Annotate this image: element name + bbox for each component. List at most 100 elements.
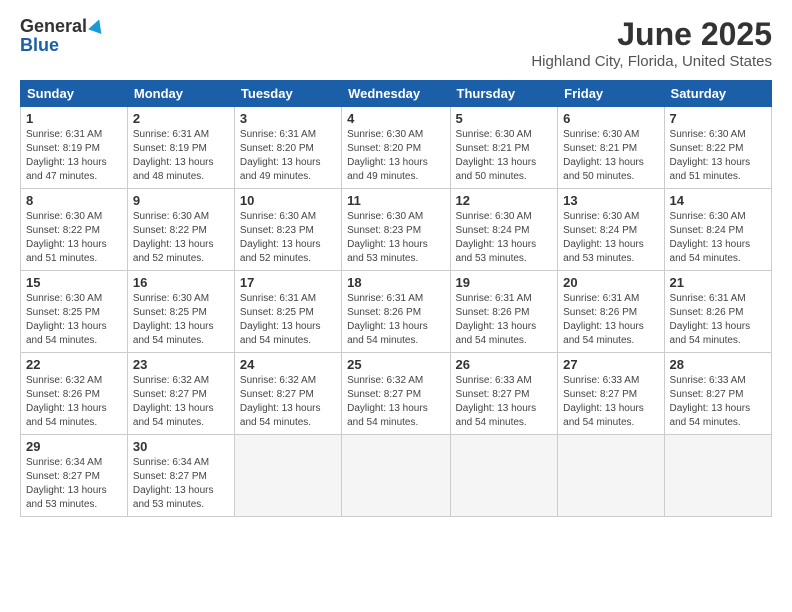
table-row: 14 Sunrise: 6:30 AMSunset: 8:24 PMDayligh… (664, 189, 771, 271)
day-info: Sunrise: 6:30 AMSunset: 8:21 PMDaylight:… (456, 129, 537, 182)
table-row: 29 Sunrise: 6:34 AMSunset: 8:27 PMDayligh… (21, 435, 128, 517)
day-number: 27 (563, 357, 658, 372)
day-info: Sunrise: 6:31 AMSunset: 8:26 PMDaylight:… (347, 293, 428, 346)
table-row: 26 Sunrise: 6:33 AMSunset: 8:27 PMDayligh… (450, 353, 558, 435)
day-number: 4 (347, 111, 444, 126)
day-number: 21 (670, 275, 766, 290)
day-info: Sunrise: 6:31 AMSunset: 8:26 PMDaylight:… (670, 293, 751, 346)
table-row (664, 435, 771, 517)
day-info: Sunrise: 6:31 AMSunset: 8:26 PMDaylight:… (563, 293, 644, 346)
header: General Blue June 2025 Highland City, Fl… (20, 16, 772, 70)
table-row: 18 Sunrise: 6:31 AMSunset: 8:26 PMDayligh… (342, 271, 450, 353)
day-info: Sunrise: 6:30 AMSunset: 8:22 PMDaylight:… (26, 211, 107, 264)
table-row: 23 Sunrise: 6:32 AMSunset: 8:27 PMDayligh… (127, 353, 234, 435)
day-number: 1 (26, 111, 122, 126)
day-info: Sunrise: 6:30 AMSunset: 8:24 PMDaylight:… (670, 211, 751, 264)
day-info: Sunrise: 6:30 AMSunset: 8:20 PMDaylight:… (347, 129, 428, 182)
day-number: 19 (456, 275, 553, 290)
table-row: 2 Sunrise: 6:31 AMSunset: 8:19 PMDaylight… (127, 107, 234, 189)
table-row: 15Sunrise: 6:30 AMSunset: 8:25 PMDayligh… (21, 271, 128, 353)
day-info: Sunrise: 6:31 AMSunset: 8:20 PMDaylight:… (240, 129, 321, 182)
table-row: 4 Sunrise: 6:30 AMSunset: 8:20 PMDaylight… (342, 107, 450, 189)
day-info: Sunrise: 6:34 AMSunset: 8:27 PMDaylight:… (133, 457, 214, 510)
table-row (234, 435, 341, 517)
table-row: 9Sunrise: 6:30 AMSunset: 8:22 PMDaylight… (127, 189, 234, 271)
day-number: 10 (240, 193, 336, 208)
logo-general-text: General (20, 16, 87, 37)
day-number: 12 (456, 193, 553, 208)
day-number: 14 (670, 193, 766, 208)
day-info: Sunrise: 6:30 AMSunset: 8:24 PMDaylight:… (563, 211, 644, 264)
day-info: Sunrise: 6:30 AMSunset: 8:24 PMDaylight:… (456, 211, 537, 264)
day-number: 24 (240, 357, 336, 372)
day-info: Sunrise: 6:33 AMSunset: 8:27 PMDaylight:… (456, 375, 537, 428)
day-number: 9 (133, 193, 229, 208)
table-row: 19 Sunrise: 6:31 AMSunset: 8:26 PMDayligh… (450, 271, 558, 353)
day-info: Sunrise: 6:30 AMSunset: 8:25 PMDaylight:… (133, 293, 214, 346)
table-row (450, 435, 558, 517)
logo-blue-text: Blue (20, 35, 59, 56)
table-row: 25 Sunrise: 6:32 AMSunset: 8:27 PMDayligh… (342, 353, 450, 435)
day-info: Sunrise: 6:32 AMSunset: 8:27 PMDaylight:… (347, 375, 428, 428)
table-row: 20Sunrise: 6:31 AMSunset: 8:26 PMDayligh… (558, 271, 664, 353)
day-number: 7 (670, 111, 766, 126)
day-info: Sunrise: 6:30 AMSunset: 8:22 PMDaylight:… (670, 129, 751, 182)
day-info: Sunrise: 6:30 AMSunset: 8:21 PMDaylight:… (563, 129, 644, 182)
table-row: 12 Sunrise: 6:30 AMSunset: 8:24 PMDayligh… (450, 189, 558, 271)
table-row: 16 Sunrise: 6:30 AMSunset: 8:25 PMDayligh… (127, 271, 234, 353)
table-row: 21 Sunrise: 6:31 AMSunset: 8:26 PMDayligh… (664, 271, 771, 353)
table-row: 8 Sunrise: 6:30 AMSunset: 8:22 PMDaylight… (21, 189, 128, 271)
day-info: Sunrise: 6:32 AMSunset: 8:27 PMDaylight:… (240, 375, 321, 428)
day-number: 30 (133, 439, 229, 454)
calendar-table: Sunday Monday Tuesday Wednesday Thursday… (20, 80, 772, 517)
day-info: Sunrise: 6:31 AMSunset: 8:26 PMDaylight:… (456, 293, 537, 346)
day-info: Sunrise: 6:31 AMSunset: 8:19 PMDaylight:… (133, 129, 214, 182)
day-number: 16 (133, 275, 229, 290)
table-row: 24 Sunrise: 6:32 AMSunset: 8:27 PMDayligh… (234, 353, 341, 435)
day-info: Sunrise: 6:31 AMSunset: 8:25 PMDaylight:… (240, 293, 321, 346)
day-number: 18 (347, 275, 444, 290)
day-number: 28 (670, 357, 766, 372)
calendar-subtitle: Highland City, Florida, United States (531, 53, 772, 70)
day-number: 29 (26, 439, 122, 454)
logo: General Blue (20, 16, 104, 56)
logo-triangle-icon (88, 17, 106, 34)
table-row: 13 Sunrise: 6:30 AMSunset: 8:24 PMDayligh… (558, 189, 664, 271)
day-info: Sunrise: 6:33 AMSunset: 8:27 PMDaylight:… (670, 375, 751, 428)
table-row: 5 Sunrise: 6:30 AMSunset: 8:21 PMDaylight… (450, 107, 558, 189)
day-number: 22 (26, 357, 122, 372)
day-number: 25 (347, 357, 444, 372)
table-row: 7 Sunrise: 6:30 AMSunset: 8:22 PMDaylight… (664, 107, 771, 189)
weekday-header-row: Sunday Monday Tuesday Wednesday Thursday… (21, 81, 772, 107)
table-row (342, 435, 450, 517)
day-number: 6 (563, 111, 658, 126)
header-tuesday: Tuesday (234, 81, 341, 107)
header-wednesday: Wednesday (342, 81, 450, 107)
day-number: 2 (133, 111, 229, 126)
header-monday: Monday (127, 81, 234, 107)
day-number: 26 (456, 357, 553, 372)
day-info: Sunrise: 6:32 AMSunset: 8:27 PMDaylight:… (133, 375, 214, 428)
day-number: 3 (240, 111, 336, 126)
day-number: 13 (563, 193, 658, 208)
day-info: Sunrise: 6:34 AMSunset: 8:27 PMDaylight:… (26, 457, 107, 510)
day-info: Sunrise: 6:30 AMSunset: 8:23 PMDaylight:… (347, 211, 428, 264)
table-row: 28 Sunrise: 6:33 AMSunset: 8:27 PMDayligh… (664, 353, 771, 435)
table-row: 6 Sunrise: 6:30 AMSunset: 8:21 PMDaylight… (558, 107, 664, 189)
day-number: 23 (133, 357, 229, 372)
table-row: 1 Sunrise: 6:31 AMSunset: 8:19 PMDaylight… (21, 107, 128, 189)
day-number: 5 (456, 111, 553, 126)
day-number: 11 (347, 193, 444, 208)
day-info: Sunrise: 6:31 AMSunset: 8:19 PMDaylight:… (26, 129, 107, 182)
header-thursday: Thursday (450, 81, 558, 107)
table-row (558, 435, 664, 517)
day-info: Sunrise: 6:30 AMSunset: 8:23 PMDaylight:… (240, 211, 321, 264)
table-row: 22 Sunrise: 6:32 AMSunset: 8:26 PMDayligh… (21, 353, 128, 435)
calendar-title: June 2025 (531, 16, 772, 53)
header-friday: Friday (558, 81, 664, 107)
table-row: 10 Sunrise: 6:30 AMSunset: 8:23 PMDayligh… (234, 189, 341, 271)
day-info: Sunrise: 6:32 AMSunset: 8:26 PMDaylight:… (26, 375, 107, 428)
day-number: 17 (240, 275, 336, 290)
page: General Blue June 2025 Highland City, Fl… (0, 0, 792, 612)
day-number: 8 (26, 193, 122, 208)
